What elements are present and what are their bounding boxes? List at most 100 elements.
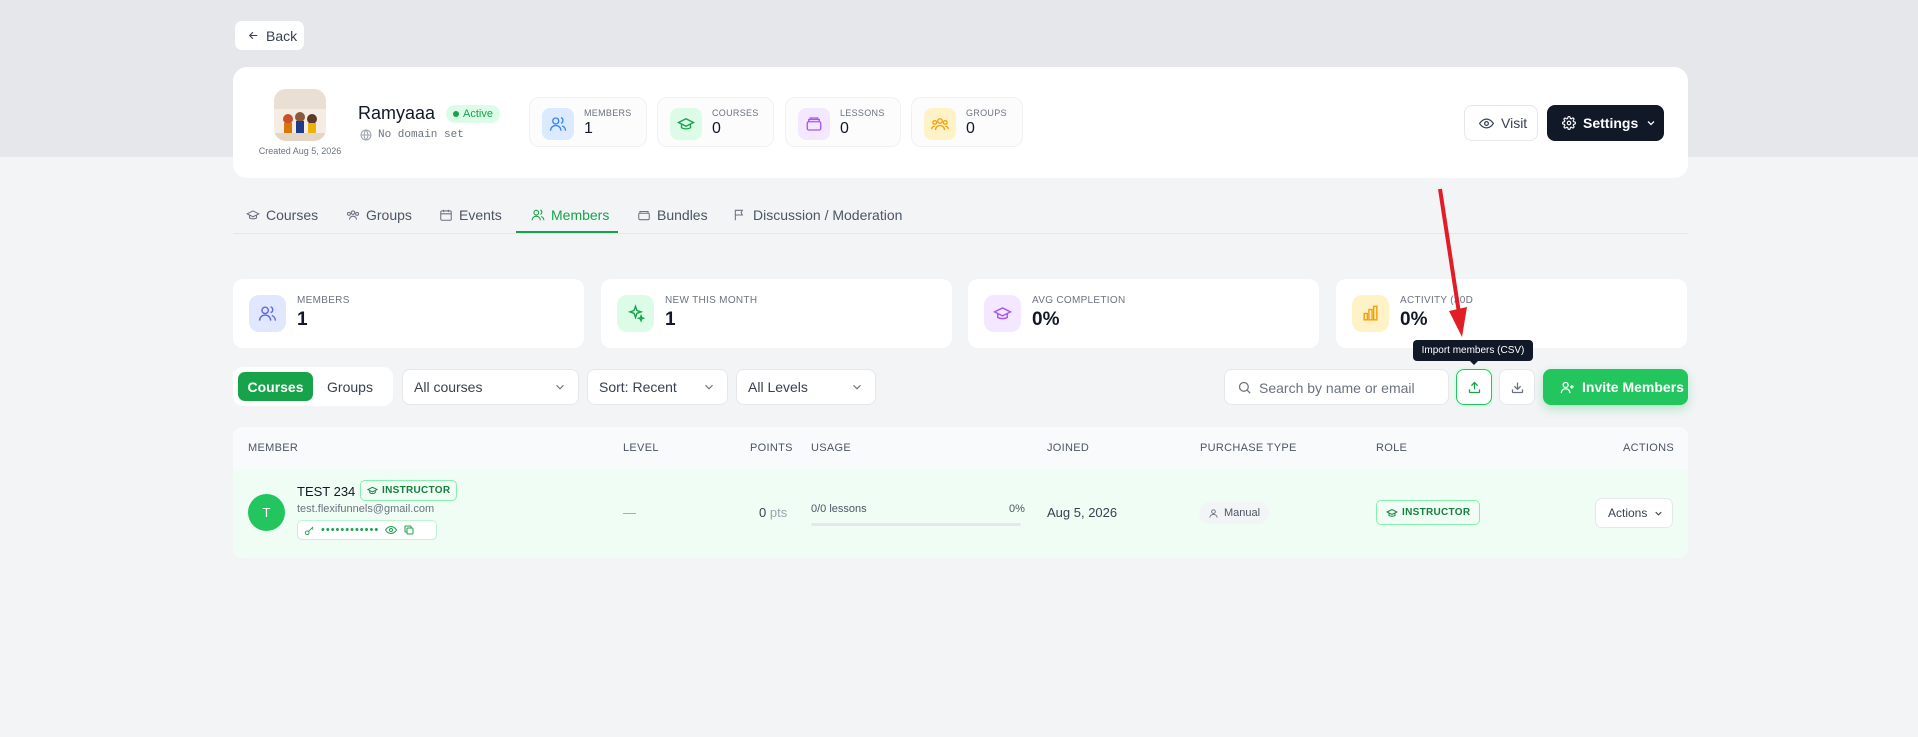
tab-label: Members [551,207,610,223]
visit-button[interactable]: Visit [1464,105,1538,141]
purchase-type-badge: Manual [1199,502,1270,524]
level-filter-select[interactable]: All Levels [736,369,876,405]
member-points: 0 pts [759,505,787,520]
archive-icon [638,210,650,221]
copy-icon[interactable] [403,524,415,536]
sparkles-icon [617,295,654,332]
view-toggle: Courses Groups [233,367,393,406]
member-email: test.flexifunnels@gmail.com [297,503,435,515]
points-unit: pts [769,505,788,520]
tab-courses[interactable]: Courses [246,204,318,226]
header-stat-courses: COURSES 0 [657,97,774,147]
users-icon [531,209,545,221]
tab-label: Bundles [657,207,708,223]
select-value: All courses [414,379,483,395]
header-stat-members: MEMBERS 1 [529,97,647,147]
section-tabs: Courses Groups Events Members Bundles Di… [233,196,1688,234]
course-filter-select[interactable]: All courses [402,369,579,405]
back-button[interactable]: Back [234,20,305,51]
chevron-down-icon [556,384,564,390]
col-level: LEVEL [623,442,659,454]
user-icon [1209,508,1218,518]
toggle-groups[interactable]: Groups [315,372,385,401]
community-name: Ramyaaa [358,103,436,123]
bar-chart-icon [1352,295,1389,332]
user-plus-icon [1560,381,1574,393]
chevron-down-icon [853,384,861,390]
settings-button[interactable]: Settings [1547,105,1664,141]
tab-discussion[interactable]: Discussion / Moderation [733,204,902,226]
arrow-left-icon [248,31,258,40]
chevron-down-icon [705,384,713,390]
col-actions: ACTIONS [1623,442,1674,454]
points-value: 0 [759,505,767,520]
header-stat-label: GROUPS [966,108,1007,118]
tab-members[interactable]: Members [531,204,609,226]
export-csv-button[interactable] [1499,369,1535,405]
header-stat-label: COURSES [712,108,759,118]
row-actions-button[interactable]: Actions [1595,498,1673,528]
graduation-cap-icon [367,486,378,494]
chevron-down-icon [1647,121,1655,126]
member-joined: Aug 5, 2026 [1047,505,1118,520]
status-dot [453,111,459,117]
invite-members-button[interactable]: Invite Members [1543,369,1688,405]
stat-value: 1 [297,309,308,330]
graduation-cap-icon [670,108,702,140]
stat-label: MEMBERS [297,295,350,306]
tab-bundles[interactable]: Bundles [637,204,708,226]
eye-icon[interactable] [385,524,398,536]
calendar-icon [440,209,452,221]
select-value: Sort: Recent [599,379,677,395]
password-field: •••••••••••• [297,520,437,540]
usage-progress-bar [811,523,1021,526]
col-purchase-type: PURCHASE TYPE [1200,442,1297,454]
sort-select[interactable]: Sort: Recent [587,369,728,405]
archive-icon [798,108,830,140]
tab-events[interactable]: Events [439,204,502,226]
group-icon [346,210,360,220]
actions-label: Actions [1608,506,1648,520]
back-label: Back [266,27,298,44]
toggle-courses[interactable]: Courses [238,372,313,401]
import-csv-button[interactable] [1456,369,1492,405]
stat-card-new-this-month: NEW THIS MONTH 1 [601,279,952,348]
tab-label: Groups [366,207,412,223]
table-header: MEMBER LEVEL POINTS USAGE JOINED PURCHAS… [233,427,1688,469]
badge-label: INSTRUCTOR [382,485,451,496]
header-stat-value: 0 [840,120,849,137]
tab-label: Events [459,207,502,223]
table-row[interactable]: T TEST 234 INSTRUCTOR test.flexifunnels@… [233,469,1688,558]
member-role-badge: INSTRUCTOR [360,480,458,501]
purchase-type-label: Manual [1224,507,1261,519]
flag-icon [734,209,744,221]
users-icon [249,295,286,332]
graduation-cap-icon [246,210,260,220]
visit-label: Visit [1501,115,1528,131]
status-badge: Active [446,105,500,123]
tab-groups[interactable]: Groups [346,204,412,226]
stat-value: 0% [1400,309,1428,330]
role-badge[interactable]: INSTRUCTOR [1376,500,1481,525]
key-icon [304,526,314,535]
col-role: ROLE [1376,442,1408,454]
members-table: MEMBER LEVEL POINTS USAGE JOINED PURCHAS… [233,427,1688,558]
upload-icon [1468,381,1480,393]
member-search [1224,369,1449,405]
member-name: TEST 234 [297,484,356,499]
password-mask: •••••••••••• [321,524,380,536]
status-label: Active [463,108,493,120]
users-icon [542,108,574,140]
col-joined: JOINED [1047,442,1090,454]
domain-info: No domain set [360,129,464,141]
search-input[interactable] [1259,378,1439,398]
usage-text: 0/0 lessons [811,503,867,515]
header-stat-lessons: LESSONS 0 [785,97,901,147]
gear-icon [1562,116,1576,130]
header-stat-label: LESSONS [840,108,885,118]
usage-percent: 0% [1009,503,1025,515]
community-avatar[interactable] [274,89,326,141]
col-usage: USAGE [811,442,852,454]
download-icon [1511,382,1523,393]
header-stat-value: 0 [966,120,975,137]
